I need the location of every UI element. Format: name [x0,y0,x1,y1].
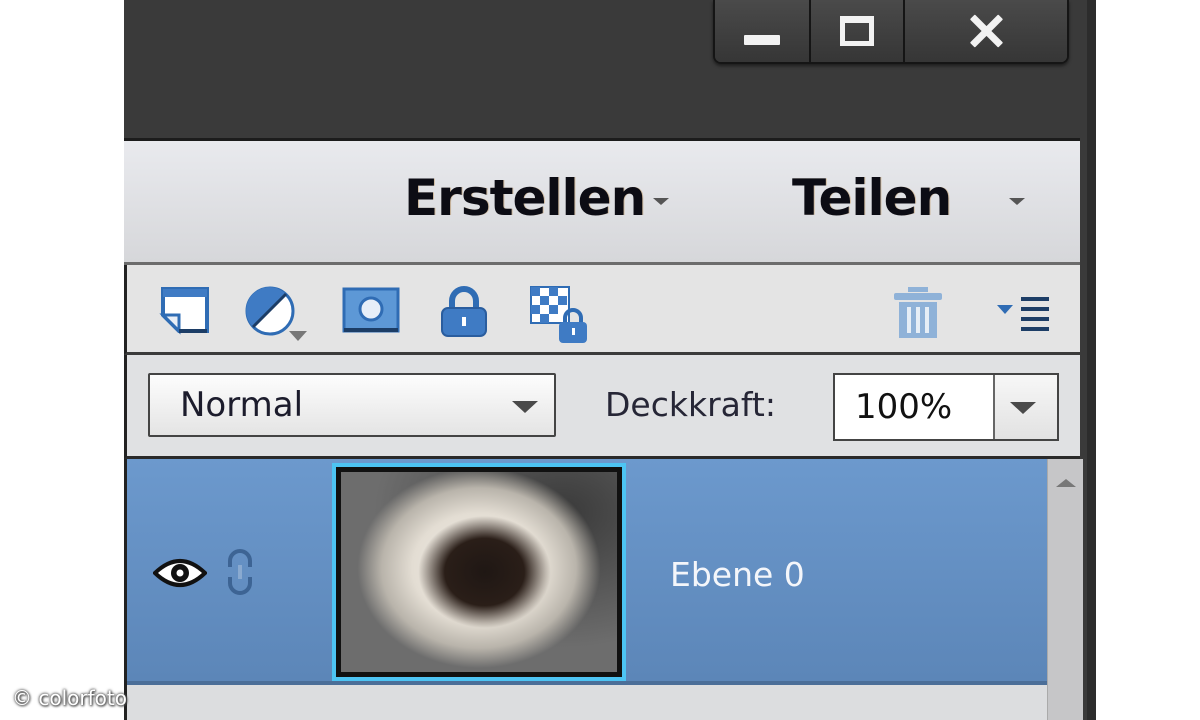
create-menu-label: Erstellen [404,169,646,227]
layers-list: Ebene 0 [124,459,1083,720]
share-menu-button[interactable]: Teilen [792,169,1026,227]
window-frame-edge [1087,0,1096,720]
layer-mask-icon [342,287,400,333]
eye-icon [152,559,208,587]
trash-icon [894,287,942,338]
minimize-icon [744,35,780,45]
lock-all-button[interactable] [439,285,489,339]
chevron-down-icon [1010,402,1036,414]
blend-controls: Normal Deckkraft: 100% [124,355,1080,459]
maximize-icon [840,16,874,46]
layer-row[interactable]: Ebene 0 [127,459,1047,685]
opacity-dropdown-button[interactable] [995,375,1057,439]
layers-toolbar [124,265,1080,355]
opacity-label: Deckkraft: [605,385,776,424]
link-icon [228,549,252,595]
blend-mode-select[interactable]: Normal [148,373,556,437]
share-menu-label: Teilen [792,169,952,227]
watermark: © colorfoto [12,686,127,710]
panel-header: Erstellen Teilen [124,141,1080,265]
layer-link-toggle[interactable] [224,547,256,601]
close-icon [968,13,1004,49]
layer-thumbnail-image [341,472,617,672]
layers-scrollbar[interactable] [1047,459,1083,720]
window-controls [713,0,1069,64]
lock-transparency-icon [530,286,587,343]
panel-menu-icon [997,297,1049,331]
lock-transparency-button[interactable] [529,285,591,345]
scroll-up-icon[interactable] [1056,479,1076,487]
chevron-down-icon [1009,197,1026,205]
maximize-button[interactable] [811,0,905,62]
create-menu-button[interactable]: Erstellen [404,169,670,227]
opacity-input[interactable]: 100% [835,375,995,439]
layer-thumbnail[interactable] [332,463,626,681]
chevron-down-icon [512,401,538,413]
panel-menu-button[interactable] [995,295,1051,335]
blend-mode-value: Normal [180,385,304,425]
layers-panel: Erstellen Teilen Normal Deckkraft: 100% … [124,138,1083,720]
close-button[interactable] [905,0,1067,62]
delete-layer-button[interactable] [892,285,944,341]
visibility-toggle[interactable] [152,555,208,595]
add-layer-mask-button[interactable] [341,285,401,335]
lock-all-icon [441,286,487,337]
opacity-field: 100% [833,373,1059,441]
new-layer-icon [159,287,209,335]
adjustment-layer-button[interactable] [243,285,323,343]
adjustment-layer-icon [245,286,307,341]
minimize-button[interactable] [715,0,811,62]
chevron-down-icon [653,197,670,205]
layer-name[interactable]: Ebene 0 [670,555,805,594]
new-layer-button[interactable] [159,285,211,335]
